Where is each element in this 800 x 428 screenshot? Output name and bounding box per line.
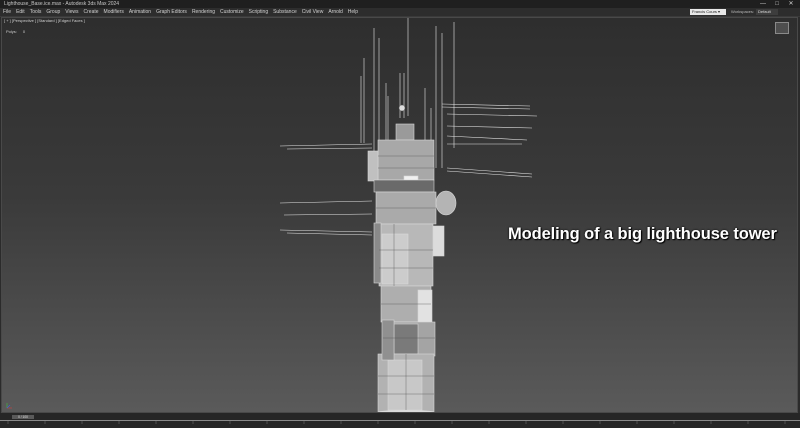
menu-tools[interactable]: Tools — [30, 8, 42, 16]
window-title: Lighthouse_Base.ice.max - Autodesk 3ds M… — [4, 1, 120, 7]
title-bar: Lighthouse_Base.ice.max - Autodesk 3ds M… — [0, 0, 800, 8]
maximize-button[interactable]: □ — [770, 0, 784, 8]
menu-edit[interactable]: Edit — [16, 8, 25, 16]
axis-tripod-icon — [6, 403, 12, 409]
track-bar[interactable] — [0, 421, 800, 428]
menu-help[interactable]: Help — [348, 8, 358, 16]
perspective-viewport[interactable]: [ + ] [Perspective ] [Standard ] [Edged … — [1, 17, 798, 413]
menu-modifiers[interactable]: Modifiers — [104, 8, 124, 16]
menu-substance[interactable]: Substance — [273, 8, 297, 16]
menu-group[interactable]: Group — [46, 8, 60, 16]
menu-bar: File Edit Tools Group Views Create Modif… — [0, 8, 800, 17]
minimize-button[interactable]: — — [756, 0, 770, 8]
menu-items: File Edit Tools Group Views Create Modif… — [3, 8, 358, 16]
menu-views[interactable]: Views — [65, 8, 78, 16]
menu-file[interactable]: File — [3, 8, 11, 16]
signin-dropdown[interactable]: Francis Cours ▾ — [690, 9, 726, 15]
menu-animation[interactable]: Animation — [129, 8, 151, 16]
time-slider-bar: 0 / 100 — [0, 413, 800, 421]
menu-create[interactable]: Create — [84, 8, 99, 16]
lighthouse-tower-wireframe — [279, 18, 538, 412]
menu-graph-editors[interactable]: Graph Editors — [156, 8, 187, 16]
menu-scripting[interactable]: Scripting — [249, 8, 268, 16]
workspace-select[interactable]: Default — [756, 9, 778, 15]
menu-civil-view[interactable]: Civil View — [302, 8, 324, 16]
menu-arnold[interactable]: Arnold — [328, 8, 342, 16]
menu-rendering[interactable]: Rendering — [192, 8, 215, 16]
menu-customize[interactable]: Customize — [220, 8, 244, 16]
time-slider[interactable]: 0 / 100 — [12, 415, 34, 419]
workspaces-label: Workspaces: — [730, 9, 754, 14]
frame-ruler[interactable] — [0, 421, 800, 428]
close-button[interactable]: ✕ — [784, 0, 798, 8]
overlay-caption: Modeling of a big lighthouse tower — [508, 225, 777, 243]
